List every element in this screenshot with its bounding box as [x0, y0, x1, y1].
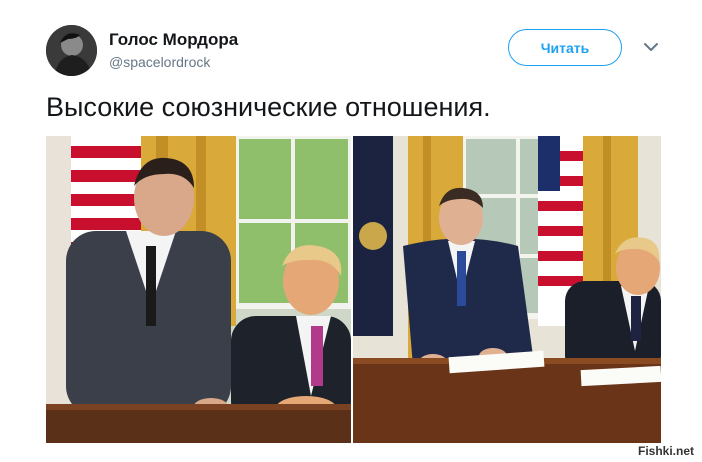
tweet-text: Высокие союзнические отношения.	[46, 92, 491, 122]
tweet-photo-left[interactable]	[46, 136, 351, 443]
follow-button[interactable]: Читать	[508, 29, 622, 66]
avatar-image	[46, 25, 97, 76]
avatar[interactable]	[46, 25, 97, 76]
author-handle[interactable]: @spacelordrock	[109, 54, 210, 70]
watermark: Fishki.net	[638, 444, 695, 458]
author-display-name[interactable]: Голос Мордора	[109, 30, 238, 50]
chevron-down-icon[interactable]	[642, 40, 660, 54]
tweet-photo-right[interactable]	[353, 136, 661, 443]
